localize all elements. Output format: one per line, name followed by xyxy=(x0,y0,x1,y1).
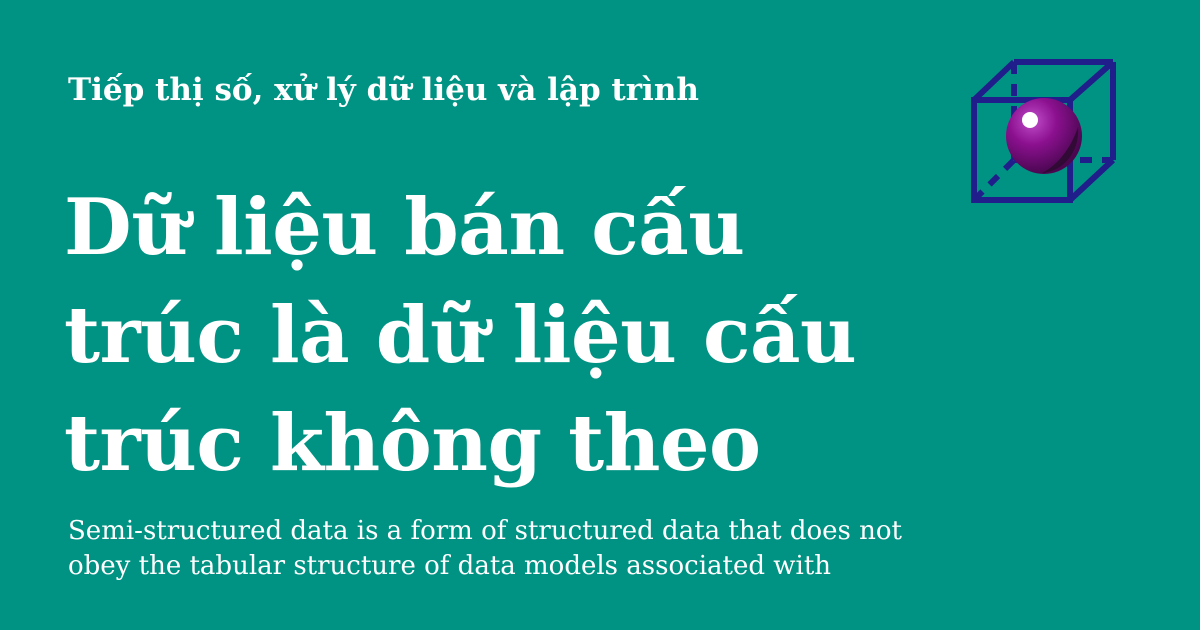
social-share-card: Tiếp thị số, xử lý dữ liệu và lập trình … xyxy=(0,0,1200,630)
cube-edge xyxy=(1068,59,1115,103)
page-title: Dữ liệu bán cấu trúc là dữ liệu cấu trúc… xyxy=(64,182,857,489)
cube-sphere-icon xyxy=(971,59,1116,203)
cube-hidden-edge xyxy=(971,157,1017,203)
sphere-highlight xyxy=(1022,112,1038,128)
page-description: Semi-structured data is a form of struct… xyxy=(68,516,902,581)
sphere-icon xyxy=(1006,98,1082,174)
category-label: Tiếp thị số, xử lý dữ liệu và lập trình xyxy=(68,72,699,108)
cube-edge xyxy=(1067,157,1116,203)
cube-edge xyxy=(971,59,1017,103)
